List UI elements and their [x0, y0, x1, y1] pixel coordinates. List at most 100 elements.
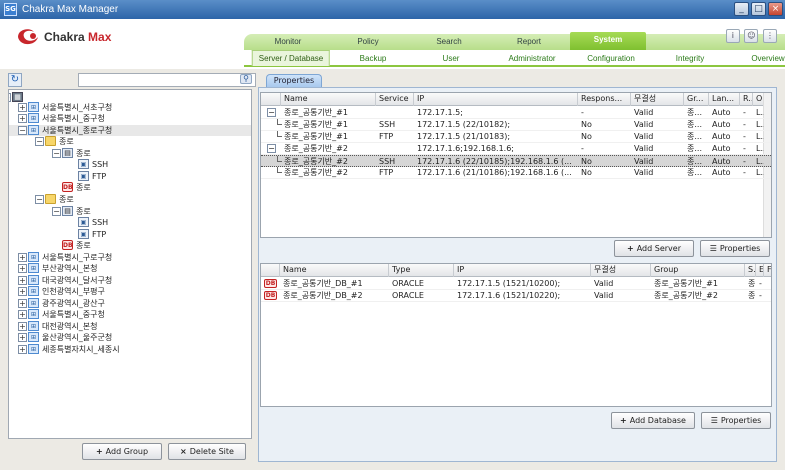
- subtab-overview[interactable]: Overview: [751, 54, 784, 63]
- tree-node-site[interactable]: + ⊞ 서울특별시_서초구청: [9, 102, 251, 113]
- server-col-header[interactable]: Name: [281, 93, 376, 106]
- add-server-button[interactable]: + Add Server: [614, 240, 694, 257]
- collapse-toggle-icon[interactable]: −: [9, 93, 11, 102]
- tree-node-site[interactable]: + ⊞ 인천광역시_부평구: [9, 286, 251, 297]
- database-col-header[interactable]: E: [756, 264, 764, 277]
- collapse-toggle-icon[interactable]: −: [267, 108, 276, 117]
- expand-toggle-icon[interactable]: +: [18, 310, 27, 319]
- collapse-toggle-icon[interactable]: −: [267, 144, 276, 153]
- expand-toggle-icon[interactable]: +: [18, 276, 27, 285]
- server-col-header[interactable]: Lan...: [709, 93, 740, 106]
- server-col-header[interactable]: IP: [414, 93, 578, 106]
- tree-node-db[interactable]: DB 종로: [9, 182, 251, 193]
- delete-site-button[interactable]: × Delete Site: [168, 443, 246, 460]
- tree-node-server[interactable]: − ▤ 종로: [9, 206, 251, 217]
- database-col-header[interactable]: Type: [389, 264, 454, 277]
- server-row[interactable]: − 종로_공통기반_#2 172.17.1.6;192.168.1.6; - Valid…: [261, 143, 771, 155]
- database-col-header[interactable]: Name: [280, 264, 389, 277]
- refresh-icon[interactable]: ↻: [8, 73, 22, 87]
- collapse-toggle-icon[interactable]: −: [52, 149, 61, 158]
- tree-node-site[interactable]: + ⊞ 대전광역시_본청: [9, 321, 251, 332]
- info-icon[interactable]: i: [725, 29, 740, 43]
- tree-node-site[interactable]: + ⊞ 서울특별시_중구청: [9, 309, 251, 320]
- tree-node-folder[interactable]: − 종로: [9, 194, 251, 205]
- server-cell: Auto: [712, 144, 731, 153]
- database-col-header[interactable]: Group: [651, 264, 745, 277]
- expand-toggle-icon[interactable]: +: [18, 333, 27, 342]
- expand-toggle-icon[interactable]: +: [18, 103, 27, 112]
- database-col-header[interactable]: F: [764, 264, 771, 277]
- tree-node-site[interactable]: + ⊞ 광주광역시_광산구: [9, 298, 251, 309]
- server-row[interactable]: 종로_공통기반_#2 SSH 172.17.1.6 (22/10185);192.1…: [261, 155, 771, 167]
- database-col-header[interactable]: 무결성: [591, 264, 651, 277]
- server-col-header[interactable]: Service: [376, 93, 414, 106]
- expand-toggle-icon[interactable]: +: [18, 114, 27, 123]
- expand-toggle-icon[interactable]: +: [18, 264, 27, 273]
- minimize-button[interactable]: _: [734, 2, 749, 16]
- tree-node-site[interactable]: + ⊞ 서울특별시_구로구청: [9, 252, 251, 263]
- subtab-backup[interactable]: Backup: [360, 54, 387, 63]
- server-col-header[interactable]: R...: [740, 93, 753, 106]
- subtab-integrity[interactable]: Integrity: [676, 54, 704, 63]
- subtab-administrator[interactable]: Administrator: [508, 54, 555, 63]
- subtab-user[interactable]: User: [443, 54, 460, 63]
- server-row[interactable]: 종로_공통기반_#1 FTP 172.17.1.5 (21/10183); No Val…: [261, 131, 771, 143]
- server-cell: Auto: [712, 132, 731, 141]
- menu-icon[interactable]: ⋮: [763, 29, 777, 43]
- tree-node-svc[interactable]: ▣ FTP: [9, 229, 251, 240]
- tab-system[interactable]: System: [570, 32, 646, 50]
- tab-properties[interactable]: Properties: [266, 74, 322, 87]
- server-col-header[interactable]: Respons...: [578, 93, 631, 106]
- collapse-toggle-icon[interactable]: −: [35, 195, 44, 204]
- tab-monitor[interactable]: Monitor: [275, 37, 302, 46]
- tree-node-folder[interactable]: − 종로: [9, 136, 251, 147]
- expand-toggle-icon[interactable]: +: [18, 287, 27, 296]
- server-col-header[interactable]: 무결성: [631, 93, 684, 106]
- server-row[interactable]: 종로_공통기반_#1 SSH 172.17.1.5 (22/10182); No Val…: [261, 119, 771, 131]
- search-icon[interactable]: ⚲: [240, 74, 252, 84]
- add-database-button[interactable]: + Add Database: [611, 412, 695, 429]
- server-cell: No: [581, 120, 592, 129]
- server-properties-button[interactable]: ☰ Properties: [700, 240, 770, 257]
- server-cell: Auto: [712, 120, 731, 129]
- database-col-header[interactable]: S.: [745, 264, 756, 277]
- database-col-header[interactable]: IP: [454, 264, 591, 277]
- tree-node-site[interactable]: − ⊞ 서울특별시_종로구청: [9, 125, 251, 136]
- tree-node-site[interactable]: + ⊞ 세종특별자치시_세종시: [9, 344, 251, 355]
- maximize-button[interactable]: □: [751, 2, 766, 16]
- expand-toggle-icon[interactable]: +: [18, 345, 27, 354]
- collapse-toggle-icon[interactable]: −: [35, 137, 44, 146]
- tab-policy[interactable]: Policy: [357, 37, 378, 46]
- collapse-toggle-icon[interactable]: −: [52, 207, 61, 216]
- database-properties-button[interactable]: ☰ Properties: [701, 412, 771, 429]
- tree-node-site[interactable]: + ⊞ 울산광역시_울주군청: [9, 332, 251, 343]
- subtab-server-database[interactable]: Server / Database: [251, 50, 331, 66]
- expand-toggle-icon[interactable]: +: [18, 253, 27, 262]
- site-tree[interactable]: −▦+⊞서울특별시_서초구청+⊞서울특별시_중구청−⊞서울특별시_종로구청−종로…: [8, 89, 252, 439]
- tree-node-svc[interactable]: ▣ SSH: [9, 217, 251, 228]
- collapse-toggle-icon[interactable]: −: [18, 126, 27, 135]
- tree-node-svc[interactable]: ▣ SSH: [9, 159, 251, 170]
- expand-toggle-icon[interactable]: +: [18, 299, 27, 308]
- user-icon[interactable]: ☺: [744, 29, 759, 43]
- expand-toggle-icon[interactable]: +: [18, 322, 27, 331]
- tree-node-svc[interactable]: ▣ FTP: [9, 171, 251, 182]
- tree-node-site[interactable]: + ⊞ 서울특별시_중구청: [9, 113, 251, 124]
- database-row[interactable]: DB 종로_공통기반_DB_#1 ORACLE 172.17.1.5 (1521/10…: [261, 278, 771, 290]
- database-row[interactable]: DB 종로_공통기반_DB_#2 ORACLE 172.17.1.6 (1521/10…: [261, 290, 771, 302]
- subtab-configuration[interactable]: Configuration: [587, 54, 635, 63]
- search-input[interactable]: [78, 73, 256, 87]
- tab-search[interactable]: Search: [436, 37, 461, 46]
- tree-node-site[interactable]: + ⊞ 대국광역시_달서구청: [9, 275, 251, 286]
- tab-report[interactable]: Report: [517, 37, 541, 46]
- tree-node-site[interactable]: + ⊞ 부산광역시_본청: [9, 263, 251, 274]
- database-cell: Valid: [594, 279, 614, 288]
- server-row[interactable]: −종로_공통기반_#1 172.17.1.5; - Valid 종... Auto - L..…: [261, 107, 771, 119]
- server-row[interactable]: 종로_공통기반_#2 FTP 172.17.1.6 (21/10186);192.1…: [261, 167, 771, 179]
- server-col-header[interactable]: Gr...: [684, 93, 709, 106]
- tree-node-db[interactable]: DB 종로: [9, 240, 251, 251]
- close-button[interactable]: ×: [768, 2, 783, 16]
- add-group-button[interactable]: + Add Group: [82, 443, 162, 460]
- tree-node-server[interactable]: − ▤ 종로: [9, 148, 251, 159]
- header-icons: i ☺ ⋮: [724, 29, 777, 43]
